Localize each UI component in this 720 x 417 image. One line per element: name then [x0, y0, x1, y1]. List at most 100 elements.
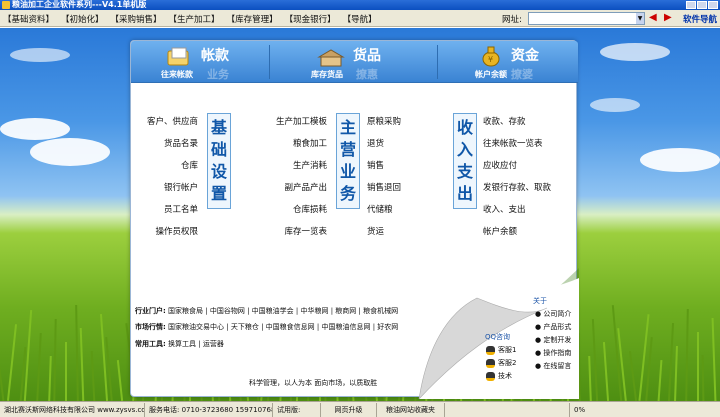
- production-template-link[interactable]: 生产加工模板: [276, 115, 327, 127]
- goods-list-link[interactable]: 货品名录: [164, 137, 198, 149]
- market-link[interactable]: 中国粮油信息网: [321, 323, 370, 331]
- grass-blade: [628, 351, 638, 401]
- funds-title[interactable]: 资金: [511, 45, 539, 65]
- menu-inventory[interactable]: 【库存管理】: [227, 13, 278, 25]
- qq-tech[interactable]: 技术: [486, 371, 512, 381]
- accounts-overview-link[interactable]: 往来帐款一览表: [483, 137, 543, 149]
- back-arrow-icon[interactable]: ◀: [649, 13, 657, 23]
- grass-blade: [75, 304, 79, 401]
- grass-blade: [645, 337, 653, 401]
- funds-sub[interactable]: 帐户余额: [475, 69, 507, 80]
- status-phone: 服务电话: 0710-3723680 15971076809: [145, 402, 273, 417]
- menu-production[interactable]: 【生产加工】: [169, 13, 220, 25]
- accounts-sub[interactable]: 往来帐款: [161, 69, 193, 80]
- customer-supplier-link[interactable]: 客户、供应商: [147, 115, 198, 127]
- bank-account-link[interactable]: 银行帐户: [164, 181, 198, 193]
- app-icon: [2, 1, 10, 9]
- accounts-title[interactable]: 帐款: [201, 45, 229, 65]
- portal-link[interactable]: 中华粮网: [300, 307, 328, 315]
- menu-init[interactable]: 【初始化】: [61, 13, 104, 25]
- portal-link[interactable]: 粮食机械网: [363, 307, 398, 315]
- about-company-link[interactable]: ● 公司简介: [535, 309, 571, 319]
- about-label: 关于: [533, 297, 547, 305]
- qq-label: QQ咨询: [485, 333, 511, 341]
- cloud: [600, 43, 670, 61]
- warehouse-icon[interactable]: [317, 49, 345, 67]
- raw-grain-purchase-link[interactable]: 原粮采购: [367, 115, 401, 127]
- about-message-link[interactable]: ● 在线留言: [535, 361, 571, 371]
- accounts-ghost: 业务: [207, 68, 229, 81]
- return-goods-link[interactable]: 退货: [367, 137, 384, 149]
- tool-link[interactable]: 换算工具: [168, 340, 196, 348]
- grass-blade: [0, 361, 5, 401]
- menu-navigation[interactable]: 【导航】: [343, 13, 377, 25]
- account-balance-link[interactable]: 帐户余额: [483, 225, 517, 237]
- market-link[interactable]: 好农网: [377, 323, 398, 331]
- production-consumption-link[interactable]: 生产消耗: [293, 159, 327, 171]
- software-nav-link[interactable]: 软件导航: [683, 13, 717, 25]
- portal-link[interactable]: 中国谷物网: [210, 307, 245, 315]
- about-custom-link[interactable]: ● 定制开发: [535, 335, 571, 345]
- freight-link[interactable]: 货运: [367, 225, 384, 237]
- warehouse-link[interactable]: 仓库: [181, 159, 198, 171]
- grass-blade: [667, 323, 675, 401]
- grass-blade: [53, 318, 57, 401]
- sales-return-link[interactable]: 销售退回: [367, 181, 401, 193]
- storage-grain-link[interactable]: 代储粮: [367, 203, 393, 215]
- staff-list-link[interactable]: 员工名单: [164, 203, 198, 215]
- menu-purchase-sales[interactable]: 【采购销售】: [111, 13, 162, 25]
- portal-link[interactable]: 粮商网: [335, 307, 356, 315]
- funds-ghost: 撩婆: [511, 68, 533, 81]
- grass-blade: [711, 317, 717, 401]
- cloud: [590, 98, 640, 112]
- income-expense-title: 收入支出: [453, 113, 477, 209]
- portal-link[interactable]: 中国粮油学会: [252, 307, 294, 315]
- qq-service-1[interactable]: 客服1: [486, 345, 516, 355]
- bank-deposit-withdraw-link[interactable]: 发银行存款、取款: [483, 181, 551, 193]
- portal-link[interactable]: 国家粮食局: [168, 307, 203, 315]
- menu-cash-bank[interactable]: 【现金银行】: [285, 13, 336, 25]
- tool-link[interactable]: 运营器: [203, 340, 224, 348]
- title-bar: 粮油加工企业软件系列---V4.1单机版: [0, 0, 720, 10]
- market-link[interactable]: 中国粮食信息网: [266, 323, 315, 331]
- market-link[interactable]: 天下粮仓: [231, 323, 259, 331]
- status-favorites[interactable]: 粮油网站收藏夹: [377, 402, 445, 417]
- grass-blade: [65, 342, 67, 401]
- grass-blade: [588, 355, 592, 401]
- receivable-payable-link[interactable]: 应收应付: [483, 159, 517, 171]
- grass-blade: [48, 355, 52, 401]
- status-company: 湖北赛沃斯网络科技有限公司 www.zysvs.com: [0, 402, 145, 417]
- grass-blade: [6, 324, 18, 401]
- about-product-link[interactable]: ● 产品形式: [535, 322, 571, 332]
- status-upgrade[interactable]: 网页升级: [321, 402, 377, 417]
- income-expense-link[interactable]: 收入、支出: [483, 203, 526, 215]
- goods-title[interactable]: 货品: [353, 45, 381, 65]
- address-input[interactable]: [528, 12, 645, 25]
- grass-blade: [591, 319, 599, 401]
- receipt-deposit-link[interactable]: 收款、存款: [483, 115, 526, 127]
- sales-link[interactable]: 销售: [367, 159, 384, 171]
- goods-sub[interactable]: 库存货品: [311, 69, 343, 80]
- cloud: [0, 118, 70, 140]
- maximize-button[interactable]: [697, 1, 707, 9]
- money-bag-icon[interactable]: ¥: [481, 45, 501, 67]
- grass-blade: [79, 327, 85, 401]
- chevron-down-icon[interactable]: ▼: [636, 13, 644, 24]
- inventory-list-link[interactable]: 库存一览表: [284, 225, 327, 237]
- byproduct-output-link[interactable]: 副产品产出: [284, 181, 327, 193]
- market-link[interactable]: 国家粮油交易中心: [168, 323, 224, 331]
- qq-service-2[interactable]: 客服2: [486, 358, 516, 368]
- forward-arrow-icon[interactable]: ▶: [664, 13, 672, 23]
- minimize-button[interactable]: [686, 1, 696, 9]
- close-button[interactable]: [708, 1, 718, 9]
- divider: [269, 45, 270, 79]
- cloud: [640, 148, 720, 172]
- warehouse-loss-link[interactable]: 仓库损耗: [293, 203, 327, 215]
- about-guide-link[interactable]: ● 操作指南: [535, 348, 571, 358]
- operator-rights-link[interactable]: 操作员权限: [155, 225, 198, 237]
- qq-penguin-icon: [486, 371, 495, 381]
- menu-basic-data[interactable]: 【基础资料】: [3, 13, 54, 25]
- grain-processing-link[interactable]: 粮食加工: [293, 137, 327, 149]
- accounts-icon[interactable]: [167, 47, 191, 67]
- divider: [437, 45, 438, 79]
